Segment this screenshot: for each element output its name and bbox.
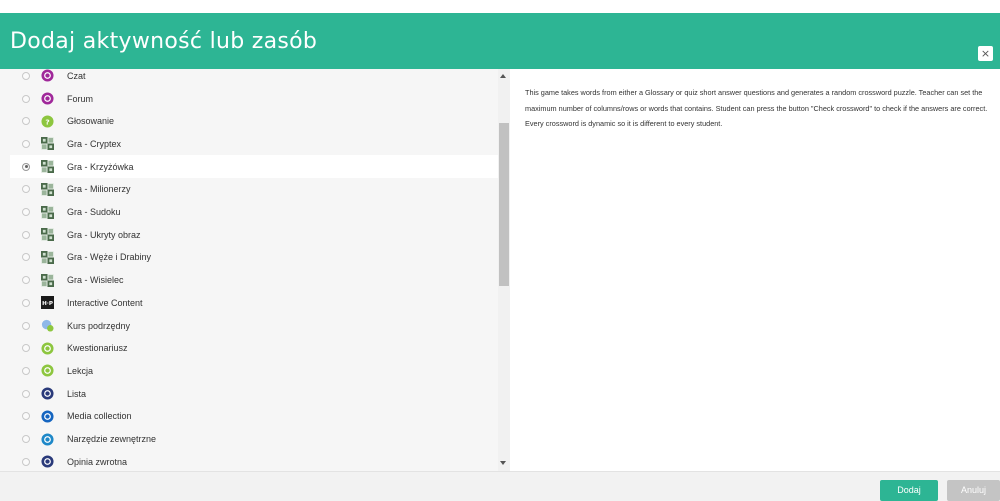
activity-radio[interactable] (22, 276, 30, 285)
activity-list-item[interactable]: Media collection (10, 405, 498, 428)
activity-description: This game takes words from either a Glos… (525, 88, 988, 128)
game-icon (41, 250, 54, 264)
activity-list-item[interactable]: Gra - Ukryty obraz (10, 223, 498, 247)
activity-list-item[interactable]: Kurs podrzędny (10, 314, 498, 337)
activity-label: Czat (67, 70, 86, 81)
subcourse-icon (41, 319, 54, 332)
activity-radio[interactable] (22, 71, 30, 80)
activity-radio[interactable] (22, 435, 30, 444)
activity-list-item[interactable]: Lekcja (10, 359, 498, 383)
cancel-button[interactable]: Anuluj (947, 480, 1000, 501)
activity-label: Forum (67, 93, 94, 104)
activity-radio[interactable] (22, 321, 30, 330)
game-icon (41, 160, 54, 174)
dialog-footer: Dodaj Anuluj (0, 471, 1000, 501)
activity-label: Gra - Sudoku (67, 207, 121, 218)
activity-radio[interactable] (22, 412, 30, 421)
activity-list-item[interactable]: Lista (10, 382, 498, 405)
game-icon (41, 273, 54, 287)
activity-list-item[interactable]: Opinia zwrotna (10, 450, 498, 471)
poll-icon: ? (41, 115, 54, 128)
game-icon (41, 228, 54, 242)
activity-chooser-dialog: Dodaj aktywność lub zasób × Czat Forum? Gł… (0, 0, 1000, 501)
game-icon (41, 182, 54, 196)
activity-list-item[interactable]: H·P Interactive Content (10, 291, 498, 315)
activity-radio[interactable] (22, 117, 30, 126)
activity-label: Kurs podrzędny (67, 320, 131, 331)
dialog-header: Dodaj aktywność lub zasób × (0, 13, 1000, 69)
h5p-icon: H·P (41, 296, 54, 310)
activity-label: Media collection (67, 411, 132, 422)
activity-label: Gra - Milionerzy (67, 184, 131, 195)
activity-label: Lista (67, 388, 87, 399)
lesson-icon (41, 364, 54, 377)
activity-radio[interactable] (22, 139, 30, 148)
activity-radio[interactable] (22, 185, 30, 194)
activity-list: Czat Forum? Głosowanie Gra - Cryptex Gra - K… (0, 69, 510, 471)
external-tool-icon (41, 432, 54, 446)
list-scrollbar[interactable] (498, 69, 510, 471)
activity-label: Interactive Content (67, 297, 143, 308)
activity-list-item[interactable]: Gra - Sudoku (10, 200, 498, 224)
forum-icon (41, 92, 54, 105)
activity-label: Gra - Cryptex (67, 138, 122, 149)
activity-radio[interactable] (22, 298, 30, 307)
activity-radio[interactable] (22, 162, 30, 171)
activity-label: Gra - Ukryty obraz (67, 229, 141, 240)
activity-list-item[interactable]: Gra - Cryptex (10, 132, 498, 156)
svg-text:?: ? (45, 117, 49, 126)
svg-text:H·P: H·P (42, 301, 53, 307)
activity-label: Gra - Krzyżówka (67, 161, 134, 172)
activity-list-item[interactable]: Kwestionariusz (10, 336, 498, 360)
close-button[interactable]: × (978, 46, 993, 61)
activity-radio[interactable] (22, 344, 30, 353)
top-strip (0, 0, 1000, 13)
activity-radio[interactable] (22, 94, 30, 103)
activity-label: Narzędzie zewnętrzne (67, 434, 157, 445)
game-icon (41, 205, 54, 219)
activity-radio[interactable] (22, 366, 30, 375)
media-icon (41, 410, 54, 423)
activity-radio[interactable] (22, 208, 30, 217)
add-button[interactable]: Dodaj (880, 480, 938, 501)
activity-radio[interactable] (22, 389, 30, 398)
activity-label: Gra - Węże i Drabiny (67, 252, 152, 263)
dialog-title: Dodaj aktywność lub zasób (10, 29, 318, 54)
scroll-down-arrow-icon[interactable] (500, 461, 506, 465)
activity-list-item[interactable]: Gra - Milionerzy (10, 178, 498, 201)
list-icon (41, 387, 54, 400)
activity-label: Lekcja (67, 365, 94, 376)
activity-label: Opinia zwrotna (67, 456, 128, 467)
game-icon (41, 137, 54, 151)
activity-list-item[interactable]: Gra - Krzyżówka (10, 155, 498, 178)
chat-icon (41, 69, 54, 82)
activity-label: Głosowanie (67, 116, 115, 127)
activity-list-item[interactable]: Forum (10, 87, 498, 110)
activity-label: Kwestionariusz (67, 343, 128, 354)
activity-list-item[interactable]: Narzędzie zewnętrzne (10, 427, 498, 451)
activity-list-item[interactable]: Czat (10, 69, 498, 88)
questionnaire-icon (41, 342, 54, 355)
activity-list-item[interactable]: ? Głosowanie (10, 109, 498, 133)
scroll-thumb[interactable] (499, 123, 509, 286)
activity-list-item[interactable]: Gra - Wisielec (10, 268, 498, 292)
activity-radio[interactable] (22, 457, 30, 466)
feedback-icon (41, 455, 54, 468)
activity-list-item[interactable]: Gra - Węże i Drabiny (10, 246, 498, 269)
activity-radio[interactable] (22, 230, 30, 239)
scroll-up-arrow-icon[interactable] (500, 74, 506, 78)
activity-label: Gra - Wisielec (67, 275, 124, 286)
activity-radio[interactable] (22, 253, 30, 262)
